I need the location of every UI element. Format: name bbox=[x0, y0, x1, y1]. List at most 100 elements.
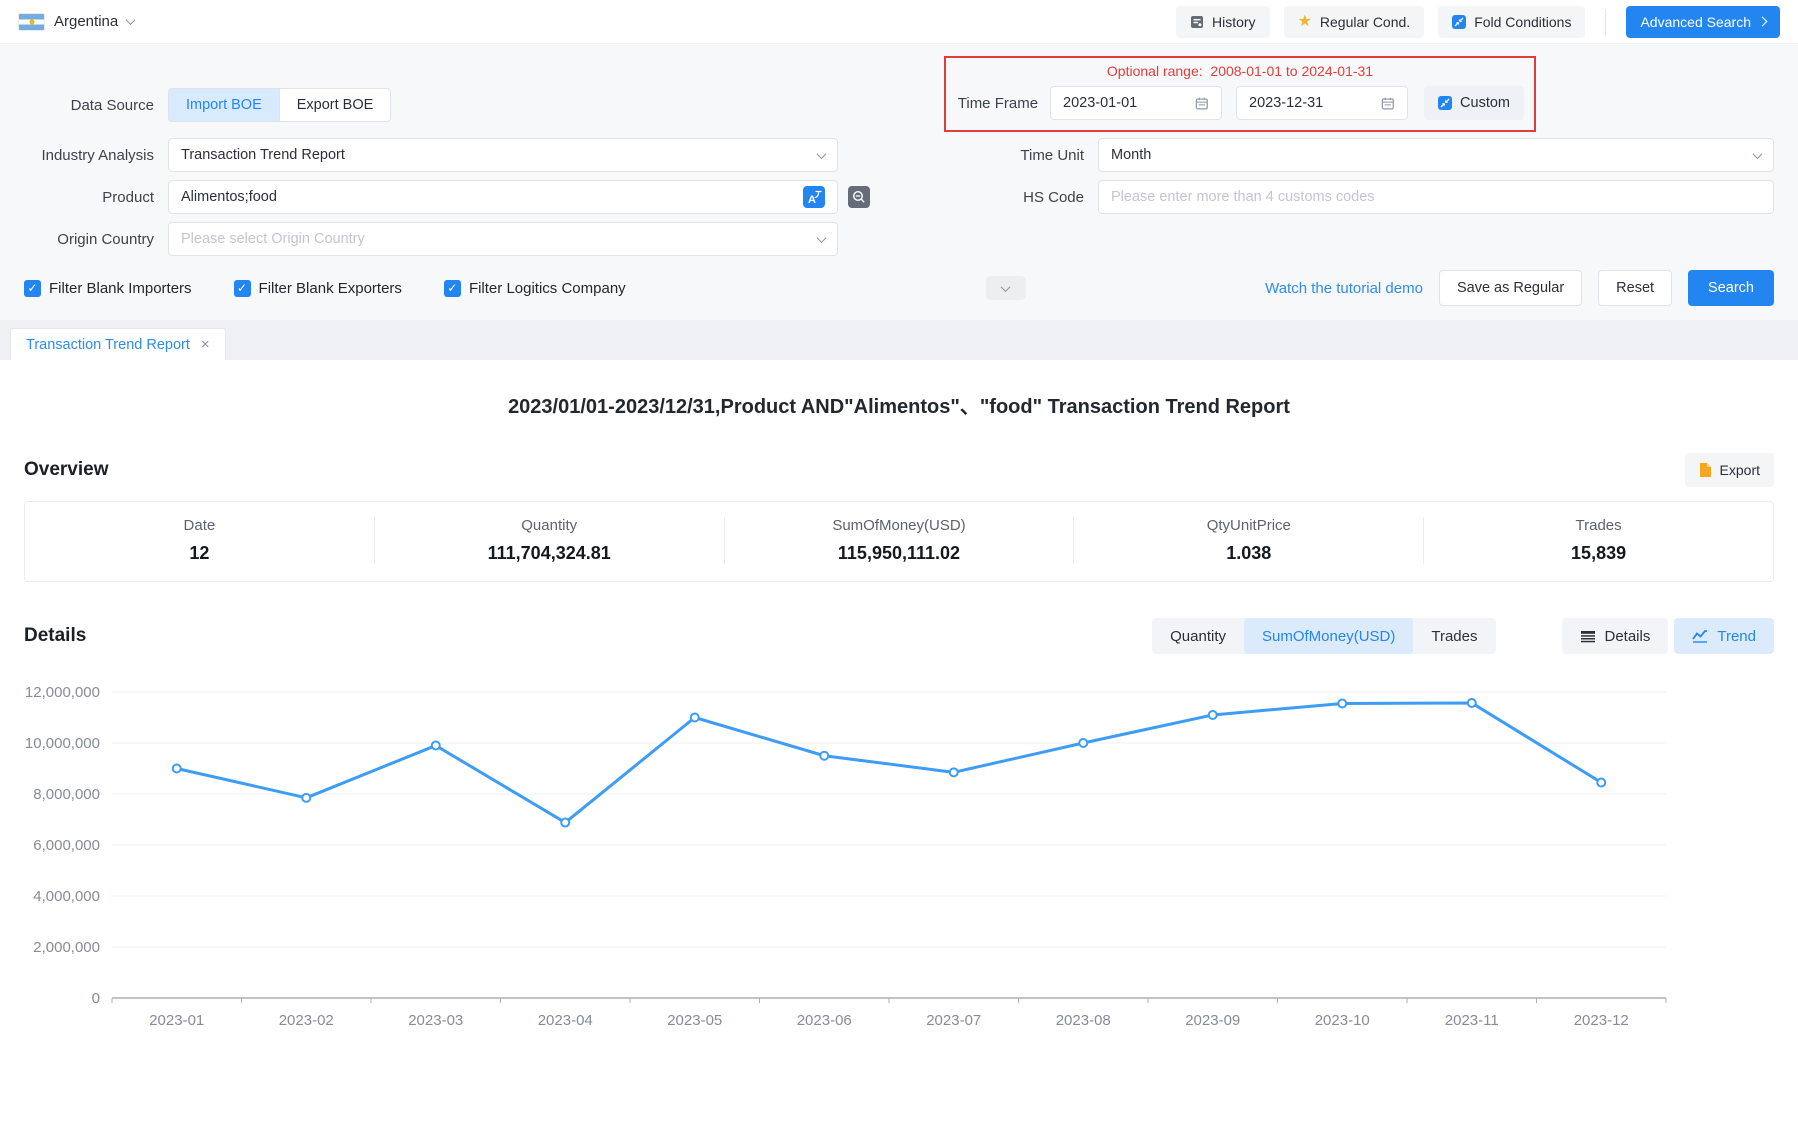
view-trend-label: Trend bbox=[1717, 628, 1756, 645]
report-title: 2023/01/01-2023/12/31,Product AND"Alimen… bbox=[24, 390, 1774, 419]
hs-code-label: HS Code bbox=[984, 189, 1084, 206]
stat-quantity: Quantity 111,704,324.81 bbox=[375, 517, 725, 564]
row-product-hscode: Product A HS Code bbox=[24, 180, 1774, 214]
row-data-source-timeframe: Data Source Import BOE Export BOE Option… bbox=[24, 56, 1774, 132]
search-exclude-icon bbox=[848, 186, 870, 208]
hs-code-input[interactable] bbox=[1111, 189, 1761, 205]
chevron-down-icon bbox=[1001, 282, 1011, 292]
filter-logitics-company-label: Filter Logitics Company bbox=[469, 280, 626, 297]
translate-icon[interactable]: A bbox=[803, 186, 825, 208]
product-input[interactable] bbox=[181, 189, 803, 205]
regular-cond-button[interactable]: ★ Regular Cond. bbox=[1284, 6, 1425, 38]
filter-blank-exporters-label: Filter Blank Exporters bbox=[259, 280, 402, 297]
metric-tab-group: Quantity SumOfMoney(USD) Trades bbox=[1152, 618, 1495, 654]
svg-text:2023-03: 2023-03 bbox=[408, 1012, 463, 1029]
time-unit-select[interactable] bbox=[1098, 138, 1774, 172]
import-boe-button[interactable]: Import BOE bbox=[168, 88, 279, 122]
trend-chart-container: 02,000,0004,000,0006,000,0008,000,00010,… bbox=[24, 668, 1774, 1045]
reset-button[interactable]: Reset bbox=[1598, 270, 1672, 306]
custom-icon bbox=[1438, 96, 1452, 110]
overview-stats-card: Date 12 Quantity 111,704,324.81 SumOfMon… bbox=[24, 501, 1774, 582]
details-heading: Details bbox=[24, 625, 86, 647]
details-controls: Quantity SumOfMoney(USD) Trades Details … bbox=[1152, 618, 1774, 654]
view-tab-details[interactable]: Details bbox=[1562, 618, 1669, 654]
data-source-segment: Import BOE Export BOE bbox=[168, 88, 391, 122]
view-details-label: Details bbox=[1605, 628, 1651, 645]
row-origin-country: Origin Country bbox=[24, 222, 1774, 256]
export-button[interactable]: Export bbox=[1685, 453, 1774, 487]
result-tab-bar: Transaction Trend Report × bbox=[0, 320, 1798, 360]
filter-blank-exporters-checkbox[interactable]: ✓ Filter Blank Exporters bbox=[234, 280, 402, 297]
stat-label: Quantity bbox=[375, 517, 724, 534]
metric-tab-quantity[interactable]: Quantity bbox=[1152, 618, 1244, 654]
export-file-icon bbox=[1699, 462, 1712, 478]
industry-analysis-value[interactable] bbox=[181, 147, 810, 163]
svg-text:2023-02: 2023-02 bbox=[279, 1012, 334, 1029]
fold-conditions-button[interactable]: Fold Conditions bbox=[1438, 6, 1585, 38]
date-to-field[interactable] bbox=[1236, 86, 1408, 120]
stat-sum-of-money: SumOfMoney(USD) 115,950,111.02 bbox=[725, 517, 1075, 564]
history-button[interactable]: History bbox=[1176, 6, 1270, 38]
country-selector[interactable]: Argentina bbox=[18, 13, 134, 31]
tutorial-demo-link[interactable]: Watch the tutorial demo bbox=[1265, 280, 1423, 297]
origin-country-label: Origin Country bbox=[24, 231, 154, 248]
product-label: Product bbox=[24, 189, 154, 206]
product-field[interactable]: A bbox=[168, 180, 838, 214]
svg-text:10,000,000: 10,000,000 bbox=[25, 735, 100, 752]
tab-label: Transaction Trend Report bbox=[26, 337, 190, 353]
svg-text:2023-04: 2023-04 bbox=[538, 1012, 593, 1029]
origin-country-select[interactable] bbox=[168, 222, 838, 256]
svg-text:2023-05: 2023-05 bbox=[667, 1012, 722, 1029]
chevron-right-icon bbox=[1758, 17, 1768, 27]
industry-analysis-label: Industry Analysis bbox=[24, 147, 154, 164]
chevron-down-icon bbox=[817, 149, 827, 159]
hs-code-field[interactable] bbox=[1098, 180, 1774, 214]
close-icon[interactable]: × bbox=[201, 337, 210, 352]
transaction-trend-report-tab[interactable]: Transaction Trend Report × bbox=[10, 328, 226, 360]
regular-cond-label: Regular Cond. bbox=[1320, 14, 1410, 30]
date-from-field[interactable] bbox=[1050, 86, 1222, 120]
country-name: Argentina bbox=[54, 13, 118, 30]
trend-chart-icon bbox=[1692, 629, 1708, 643]
filter-blank-importers-checkbox[interactable]: ✓ Filter Blank Importers bbox=[24, 280, 192, 297]
svg-text:0: 0 bbox=[92, 990, 100, 1007]
history-icon bbox=[1190, 15, 1204, 29]
time-unit-label: Time Unit bbox=[984, 147, 1084, 164]
optional-range-text: Optional range: 2008-01-01 to 2024-01-31 bbox=[956, 63, 1524, 79]
metric-tab-sum-of-money[interactable]: SumOfMoney(USD) bbox=[1244, 618, 1413, 654]
view-tab-trend[interactable]: Trend bbox=[1674, 618, 1774, 654]
top-header: Argentina History ★ Regular Cond. Fold C… bbox=[0, 0, 1798, 44]
stat-trades: Trades 15,839 bbox=[1424, 517, 1773, 564]
svg-text:2023-12: 2023-12 bbox=[1574, 1012, 1629, 1029]
stat-value: 111,704,324.81 bbox=[375, 543, 724, 564]
search-button[interactable]: Search bbox=[1688, 270, 1774, 306]
export-boe-button[interactable]: Export BOE bbox=[279, 88, 392, 122]
expand-conditions-button[interactable] bbox=[986, 276, 1026, 300]
origin-country-input[interactable] bbox=[181, 231, 810, 247]
svg-text:12,000,000: 12,000,000 bbox=[25, 684, 100, 701]
row-industry-timeunit: Industry Analysis Time Unit bbox=[24, 138, 1774, 172]
save-as-regular-button[interactable]: Save as Regular bbox=[1439, 270, 1582, 306]
chevron-down-icon bbox=[126, 15, 136, 25]
time-unit-value[interactable] bbox=[1111, 147, 1746, 163]
stat-value: 1.038 bbox=[1074, 543, 1423, 564]
exclude-search-button[interactable] bbox=[848, 186, 870, 208]
advanced-search-label: Advanced Search bbox=[1640, 14, 1751, 30]
filter-logitics-company-checkbox[interactable]: ✓ Filter Logitics Company bbox=[444, 280, 626, 297]
metric-tab-trades[interactable]: Trades bbox=[1413, 618, 1495, 654]
advanced-search-button[interactable]: Advanced Search bbox=[1626, 6, 1780, 38]
svg-text:2023-06: 2023-06 bbox=[797, 1012, 852, 1029]
custom-range-button[interactable]: Custom bbox=[1424, 86, 1524, 120]
row-checkboxes-actions: ✓ Filter Blank Importers ✓ Filter Blank … bbox=[24, 270, 1774, 306]
calendar-icon bbox=[1381, 96, 1395, 111]
view-tab-group: Details Trend bbox=[1562, 618, 1775, 654]
svg-text:2023-08: 2023-08 bbox=[1056, 1012, 1111, 1029]
data-source-label: Data Source bbox=[24, 97, 154, 114]
export-label: Export bbox=[1720, 462, 1760, 478]
date-from-input[interactable] bbox=[1063, 95, 1195, 111]
chevron-down-icon bbox=[817, 233, 827, 243]
stat-label: Trades bbox=[1424, 517, 1773, 534]
date-to-input[interactable] bbox=[1249, 95, 1381, 111]
search-filter-form: Data Source Import BOE Export BOE Option… bbox=[0, 44, 1798, 320]
industry-analysis-select[interactable] bbox=[168, 138, 838, 172]
